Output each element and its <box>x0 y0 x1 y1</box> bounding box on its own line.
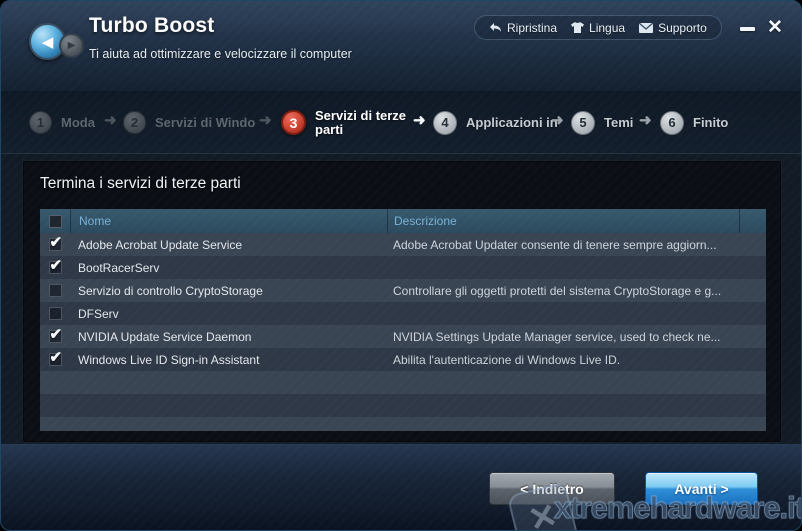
wizard-steps: 1 Moda ➜ 2 Servizi di Windo ➜ 3 Servizi … <box>1 91 801 154</box>
step-arrow-icon: ➜ <box>551 111 564 129</box>
service-description: NVIDIA Settings Update Manager service, … <box>387 325 739 348</box>
column-header-tail <box>739 209 766 233</box>
step-arrow-icon: ➜ <box>639 111 652 129</box>
next-button[interactable]: Avanti > <box>645 472 758 505</box>
step-moda: 1 Moda <box>29 91 95 154</box>
step-number: 2 <box>123 111 146 134</box>
service-name: DFServ <box>70 302 387 325</box>
step-label: Finito <box>693 116 728 130</box>
service-checkbox[interactable] <box>49 330 62 343</box>
step-servizi-windows: 2 Servizi di Windo <box>123 91 255 154</box>
services-table: Nome Descrizione Adobe Acrobat Update Se… <box>40 209 766 431</box>
service-checkbox[interactable] <box>49 238 62 251</box>
step-label: Temi <box>604 116 633 130</box>
step-temi: 5 Temi <box>571 91 633 154</box>
table-row[interactable]: Servizio di controllo CryptoStorage Cont… <box>40 279 766 302</box>
support-link[interactable]: Supporto <box>639 21 707 35</box>
mail-icon <box>639 23 653 33</box>
table-row[interactable]: DFServ <box>40 302 766 325</box>
support-label: Supporto <box>658 21 707 35</box>
close-button[interactable]: ✕ <box>764 17 786 39</box>
shirt-icon <box>571 22 584 33</box>
service-name: BootRacerServ <box>70 256 387 279</box>
app-window: ◀ ▶ Turbo Boost Ti aiuta ad ottimizzare … <box>0 0 802 531</box>
service-checkbox[interactable] <box>49 261 62 274</box>
service-name: Windows Live ID Sign-in Assistant <box>70 348 387 371</box>
step-number: 1 <box>29 111 52 134</box>
step-number: 6 <box>660 111 684 135</box>
table-header: Nome Descrizione <box>40 209 766 233</box>
step-label: Moda <box>61 116 95 130</box>
step-applicazioni: 4 Applicazioni in <box>433 91 558 154</box>
service-description: Adobe Acrobat Updater consente di tenere… <box>387 233 739 256</box>
page-title: Termina i servizi di terze parti <box>40 175 241 193</box>
restore-link[interactable]: Ripristina <box>489 21 557 35</box>
forward-circle-icon[interactable]: ▶ <box>59 33 84 58</box>
step-number: 3 <box>281 110 306 135</box>
step-arrow-icon: ➜ <box>413 111 426 129</box>
step-servizi-terze-parti: 3 Servizi di terze parti <box>281 91 433 154</box>
step-arrow-icon: ➜ <box>104 111 117 129</box>
table-row-empty <box>40 417 766 431</box>
footer-bar: < Indietro Avanti > <box>1 444 801 531</box>
app-subtitle: Ti aiuta ad ottimizzare e velocizzare il… <box>89 47 352 61</box>
step-finito: 6 Finito <box>660 91 728 154</box>
step-number: 5 <box>571 111 595 135</box>
service-checkbox[interactable] <box>49 353 62 366</box>
undo-icon <box>489 22 502 33</box>
restore-label: Ripristina <box>507 21 557 35</box>
language-label: Lingua <box>589 21 625 35</box>
table-row[interactable]: Windows Live ID Sign-in Assistant Abilit… <box>40 348 766 371</box>
service-description <box>387 256 739 279</box>
minimize-button[interactable] <box>740 27 755 31</box>
language-link[interactable]: Lingua <box>571 21 625 35</box>
step-label: Servizi di Windo <box>155 116 255 130</box>
select-all-checkbox[interactable] <box>49 215 62 228</box>
service-checkbox[interactable] <box>49 284 62 297</box>
service-name: NVIDIA Update Service Daemon <box>70 325 387 348</box>
step-label: Applicazioni in <box>466 116 558 130</box>
content-panel: Termina i servizi di terze parti Nome De… <box>23 161 781 442</box>
titlebar: ◀ ▶ Turbo Boost Ti aiuta ad ottimizzare … <box>1 1 801 91</box>
service-name: Adobe Acrobat Update Service <box>70 233 387 256</box>
service-description <box>387 302 739 325</box>
back-button[interactable]: < Indietro <box>489 472 615 505</box>
titlebar-links: Ripristina Lingua Supporto <box>474 15 722 40</box>
app-title: Turbo Boost <box>89 14 214 38</box>
column-header-nome[interactable]: Nome <box>70 209 387 233</box>
step-number: 4 <box>433 111 457 135</box>
table-row-empty <box>40 394 766 417</box>
service-checkbox[interactable] <box>49 307 62 320</box>
service-description: Controllare gli oggetti protetti del sis… <box>387 279 739 302</box>
table-row[interactable]: BootRacerServ <box>40 256 766 279</box>
table-row[interactable]: NVIDIA Update Service Daemon NVIDIA Sett… <box>40 325 766 348</box>
service-description: Abilita l'autenticazione di Windows Live… <box>387 348 739 371</box>
table-row[interactable]: Adobe Acrobat Update Service Adobe Acrob… <box>40 233 766 256</box>
step-arrow-icon: ➜ <box>259 111 272 129</box>
service-name: Servizio di controllo CryptoStorage <box>70 279 387 302</box>
column-header-descrizione[interactable]: Descrizione <box>387 209 739 233</box>
table-row-empty <box>40 371 766 394</box>
